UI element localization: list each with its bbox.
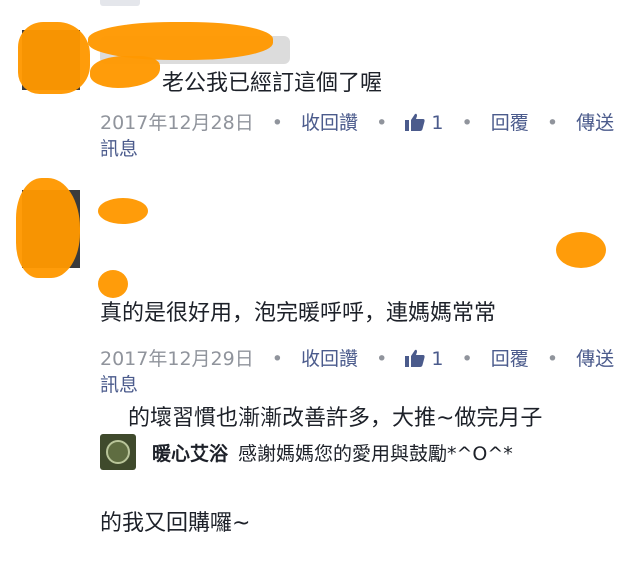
logo-ring-icon bbox=[106, 440, 130, 464]
send-message-link-cont[interactable]: 訊息 bbox=[100, 138, 138, 160]
name-redaction-mark-2 bbox=[90, 56, 160, 88]
separator-dot: • bbox=[376, 348, 388, 370]
send-message-link[interactable]: 傳送 bbox=[576, 112, 614, 134]
name-redaction-mark bbox=[98, 198, 148, 224]
comment-meta: 2017年12月29日 • 收回讚 • 1 • 回覆 • 傳送 訊息 bbox=[100, 346, 630, 398]
reply-author-name[interactable]: 暖心艾浴 bbox=[152, 439, 228, 466]
reply-preview[interactable]: 暖心艾浴 感謝媽媽您的愛用與鼓勵*^O^* bbox=[100, 432, 620, 472]
shop-logo-avatar[interactable] bbox=[100, 434, 136, 470]
separator-dot: • bbox=[461, 348, 473, 370]
like-count-number: 1 bbox=[431, 112, 444, 134]
comment-meta: 2017年12月28日 • 收回讚 • 1 • 回覆 • 傳送 訊息 bbox=[100, 110, 630, 162]
separator-dot: • bbox=[271, 112, 283, 134]
comment-line: 真的是很好用，泡完暖呼呼，連媽媽常常 bbox=[100, 301, 497, 326]
separator-dot: • bbox=[461, 112, 473, 134]
separator-dot: • bbox=[546, 348, 559, 370]
name-redaction-mark bbox=[88, 22, 273, 60]
separator-dot: • bbox=[271, 348, 283, 370]
send-message-link[interactable]: 傳送 bbox=[576, 348, 614, 370]
like-count[interactable]: 1 bbox=[405, 348, 449, 370]
send-message-link-cont[interactable]: 訊息 bbox=[100, 374, 138, 396]
thumbs-up-icon bbox=[405, 113, 425, 131]
like-count-number: 1 bbox=[431, 348, 444, 370]
redaction-mark bbox=[18, 22, 90, 94]
unlike-link[interactable]: 收回讚 bbox=[301, 112, 358, 134]
unlike-link[interactable]: 收回讚 bbox=[301, 348, 358, 370]
reply-text: 感謝媽媽您的愛用與鼓勵*^O^* bbox=[238, 442, 513, 465]
reply-link[interactable]: 回覆 bbox=[491, 112, 529, 134]
like-count[interactable]: 1 bbox=[405, 112, 449, 134]
comment-line: 的我又回購囉~ bbox=[100, 511, 251, 536]
comment-body: 老公我已經訂這個了喔 bbox=[162, 71, 383, 96]
redaction-mark bbox=[16, 178, 80, 278]
comment-body: 真的是很好用，泡完暖呼呼，連媽媽常常 的壞習慣也漸漸改善許多，大推~做完月子 的… bbox=[100, 226, 620, 576]
separator-dot: • bbox=[376, 112, 388, 134]
text-redaction-mark bbox=[556, 232, 606, 268]
reply-link[interactable]: 回覆 bbox=[491, 348, 529, 370]
text-redaction-mark bbox=[98, 270, 128, 298]
comment-timestamp[interactable]: 2017年12月29日 bbox=[100, 348, 254, 370]
previous-comment-avatar-edge bbox=[100, 0, 140, 6]
separator-dot: • bbox=[546, 112, 559, 134]
thumbs-up-icon bbox=[405, 349, 425, 367]
comment-line: 的壞習慣也漸漸改善許多，大推~做完月子 bbox=[128, 406, 543, 431]
comment-timestamp[interactable]: 2017年12月28日 bbox=[100, 112, 254, 134]
